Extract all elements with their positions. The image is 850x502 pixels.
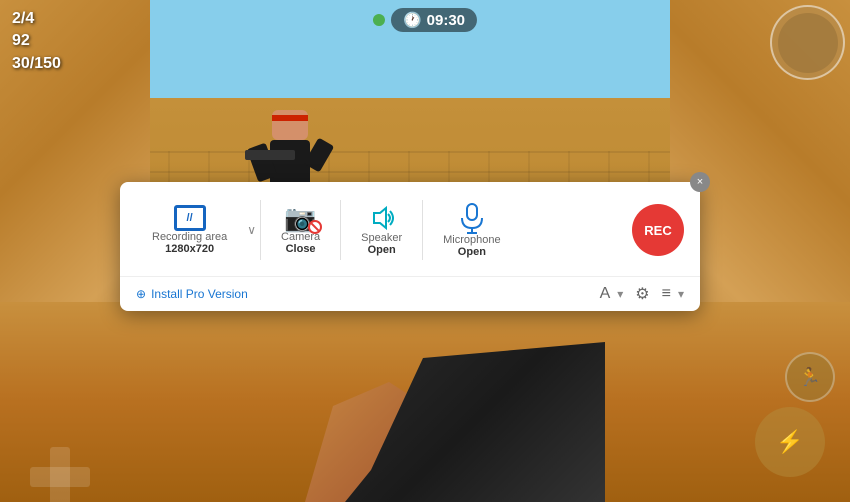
- hud-score: 2/4: [12, 8, 61, 30]
- settings-icon: ⚙: [635, 284, 649, 304]
- camera-icon-wrap: 📷: [285, 205, 317, 231]
- settings-button[interactable]: ⚙: [635, 284, 649, 304]
- minimap-inner: [778, 13, 838, 73]
- microphone-item[interactable]: Microphone Open: [427, 194, 516, 266]
- action-icon: ⚡: [776, 429, 803, 455]
- menu-dropdown[interactable]: ▾: [678, 287, 684, 301]
- install-pro-link[interactable]: ⊕ Install Pro Version: [136, 287, 248, 301]
- speaker-icon: [366, 204, 398, 232]
- install-pro-icon: ⊕: [136, 287, 146, 301]
- clock-icon: 🕐: [403, 11, 422, 29]
- microphone-icon: [458, 202, 486, 234]
- rec-button[interactable]: REC: [632, 204, 684, 256]
- recording-area-label: Recording area: [152, 231, 227, 243]
- toolbar-main-row: Recording area 1280x720 ∨ 📷 Camera Close: [120, 182, 700, 276]
- char-gun: [245, 150, 295, 160]
- minimap: [770, 5, 845, 80]
- toolbar-bottom-right: A ▾ ⚙ ≡ ▾: [600, 284, 684, 304]
- text-style-icon: A: [600, 285, 611, 303]
- game-background: 2/4 92 30/150 🕐 09:30 🏃 ⚡: [0, 0, 850, 502]
- toolbar-close-button[interactable]: ×: [690, 172, 710, 192]
- hud-clock: 🕐 09:30: [391, 8, 477, 32]
- recording-toolbar: × Recording area 1280x720 ∨ 📷 Ca: [120, 182, 700, 311]
- recording-area-dropdown[interactable]: ∨: [247, 223, 256, 237]
- text-style-dropdown[interactable]: ▾: [617, 287, 623, 301]
- text-style-button[interactable]: A ▾: [600, 285, 624, 303]
- divider-3: [422, 200, 423, 260]
- hud-ammo-reserve: 30/150: [12, 53, 61, 75]
- recording-area-item[interactable]: Recording area 1280x720: [136, 197, 243, 263]
- menu-icon: ≡: [662, 285, 671, 303]
- hud-stats: 2/4 92 30/150: [12, 8, 61, 75]
- speaker-label: Speaker: [361, 232, 402, 244]
- signal-dot: [373, 14, 385, 26]
- rec-button-label: REC: [644, 223, 671, 238]
- divider-1: [260, 200, 261, 260]
- hud-timer-area: 🕐 09:30: [373, 8, 477, 32]
- dpad-vertical: [50, 447, 70, 502]
- action-button[interactable]: ⚡: [755, 407, 825, 477]
- menu-button[interactable]: ≡ ▾: [662, 285, 684, 303]
- recording-area-icon: [174, 205, 206, 231]
- hud-ammo-main: 92: [12, 30, 61, 52]
- speaker-icon-wrap: [366, 204, 398, 232]
- run-icon: 🏃: [799, 367, 821, 388]
- install-pro-label: Install Pro Version: [151, 287, 248, 301]
- mic-icon-wrap: [458, 202, 486, 234]
- recording-area-value: 1280x720: [165, 243, 214, 255]
- microphone-label: Microphone: [443, 234, 500, 246]
- camera-item[interactable]: 📷 Camera Close: [265, 197, 336, 263]
- speaker-status: Open: [368, 244, 396, 256]
- close-icon: ×: [697, 176, 703, 188]
- fp-weapon: [305, 302, 605, 502]
- divider-2: [340, 200, 341, 260]
- char-headband: [272, 115, 308, 121]
- speaker-item[interactable]: Speaker Open: [345, 196, 418, 264]
- camera-disabled-icon: [308, 220, 322, 234]
- microphone-status: Open: [458, 246, 486, 258]
- camera-status: Close: [286, 243, 316, 255]
- run-button[interactable]: 🏃: [785, 352, 835, 402]
- clock-time: 09:30: [427, 12, 465, 29]
- toolbar-bottom-row: ⊕ Install Pro Version A ▾ ⚙ ≡ ▾: [120, 276, 700, 311]
